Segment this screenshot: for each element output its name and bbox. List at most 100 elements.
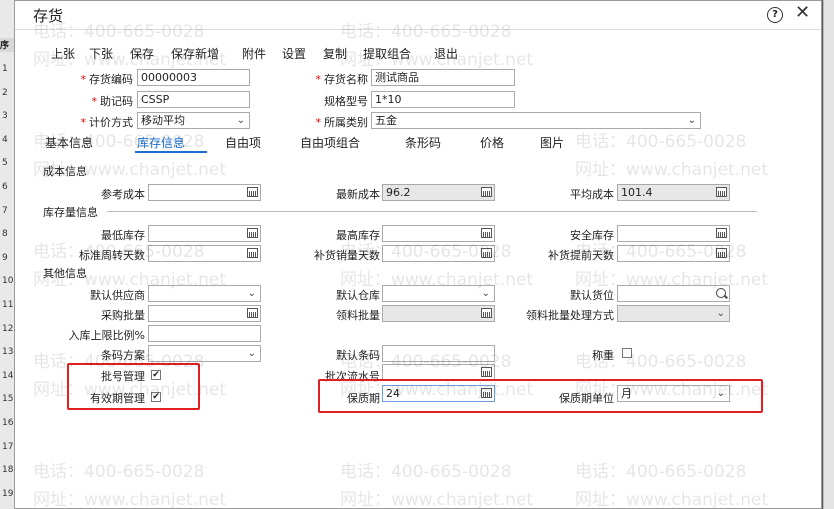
category-value: 五金	[375, 114, 397, 127]
latest-cost-value: 96.2	[386, 186, 411, 199]
ref-cost-input[interactable]	[148, 184, 261, 201]
background-row-numbers: 序号 12345678910111213141516171819	[0, 0, 15, 509]
shelf-life-unit-value: 月	[621, 387, 632, 400]
barcode-scheme-select[interactable]: ⌄	[148, 345, 261, 362]
tab-stock-info[interactable]: 库存信息	[137, 134, 185, 151]
calculator-icon[interactable]	[481, 388, 492, 398]
dialog-title: 存货	[33, 7, 64, 25]
turnover-days-input[interactable]	[148, 245, 261, 262]
tab-images[interactable]: 图片	[540, 134, 564, 151]
calculator-icon[interactable]	[481, 228, 492, 238]
min-stock-input[interactable]	[148, 225, 261, 242]
close-icon[interactable]: ✕	[795, 3, 810, 23]
chevron-down-icon: ⌄	[247, 348, 256, 359]
background-row-number: 1	[2, 64, 8, 74]
name-input[interactable]: 测试商品	[371, 69, 515, 86]
picking-batch-label: 领料批量	[336, 309, 380, 322]
ref-cost-label: 参考成本	[101, 188, 145, 201]
name-label: * 存货名称	[315, 73, 369, 86]
background-row-number: 9	[2, 252, 8, 263]
watermark-site: 网址：www.chanjet.net	[33, 490, 226, 509]
inbound-ratio-input[interactable]	[148, 325, 261, 342]
attachment-button[interactable]: 附件	[242, 45, 266, 62]
background-row-number: 19	[2, 488, 14, 499]
tab-free-item-combo[interactable]: 自由项组合	[300, 134, 360, 151]
shelf-life-label: 保质期	[347, 392, 380, 405]
weigh-checkbox[interactable]	[622, 348, 632, 358]
exit-button[interactable]: 退出	[434, 45, 458, 62]
background-row-number: 14	[2, 370, 14, 381]
latest-cost-input: 96.2	[382, 184, 495, 201]
chevron-down-icon: ⌄	[247, 288, 256, 299]
background-row-number: 16	[2, 418, 14, 428]
tab-price[interactable]: 价格	[480, 134, 504, 151]
mnemonic-input[interactable]: CSSP	[137, 91, 250, 108]
batch-serial-input[interactable]	[382, 364, 495, 381]
search-icon[interactable]	[716, 288, 726, 298]
min-stock-label: 最低库存	[101, 229, 145, 242]
watermark-phone: 电话：400-665-0028	[575, 132, 746, 152]
default-location-input[interactable]	[617, 285, 730, 302]
max-stock-label: 最高库存	[336, 229, 380, 242]
expiry-mgmt-checkbox[interactable]: ✔	[151, 392, 161, 402]
calculator-icon[interactable]	[481, 367, 492, 377]
calculator-icon[interactable]	[247, 187, 258, 197]
tab-free-items[interactable]: 自由项	[225, 134, 261, 151]
calculator-icon[interactable]	[247, 248, 258, 258]
calculator-icon	[481, 187, 492, 197]
replenish-lead-days-input[interactable]	[617, 245, 730, 262]
latest-cost-label: 最新成本	[336, 188, 380, 201]
inventory-dialog: 存货 ? ✕ 上张 下张 保存 保存新增 附件 设置 复制 提取组合 退出 * 存…	[14, 0, 822, 509]
shelf-life-unit-label: 保质期单位	[559, 392, 614, 405]
replenish-lead-days-label: 补货提前天数	[548, 249, 614, 262]
prev-button[interactable]: 上张	[51, 45, 75, 62]
background-row-number: 5	[2, 158, 8, 169]
mnemonic-label: * 助记码	[91, 95, 134, 108]
calculator-icon[interactable]	[247, 228, 258, 238]
background-row-number: 10	[2, 276, 14, 287]
calculator-icon[interactable]	[481, 248, 492, 258]
spec-input[interactable]: 1*10	[371, 91, 515, 108]
chevron-down-icon: ⌄	[481, 288, 490, 299]
purchase-batch-input[interactable]	[148, 305, 261, 322]
default-location-label: 默认货位	[570, 289, 614, 302]
category-label: * 所属类别	[315, 116, 369, 129]
save-button[interactable]: 保存	[130, 45, 154, 62]
shelf-life-input[interactable]: 24	[382, 385, 495, 402]
save-new-button[interactable]: 保存新增	[171, 45, 219, 62]
costing-select[interactable]: 移动平均 ⌄	[137, 112, 250, 129]
picking-batch-method-select: ⌄	[617, 305, 730, 322]
tab-basic-info[interactable]: 基本信息	[45, 134, 93, 151]
section-divider	[107, 211, 757, 212]
barcode-scheme-label: 条码方案	[101, 349, 145, 362]
replenish-sales-days-input[interactable]	[382, 245, 495, 262]
category-select[interactable]: 五金 ⌄	[371, 112, 701, 129]
costing-label: * 计价方式	[80, 116, 134, 129]
default-barcode-input[interactable]	[382, 345, 495, 362]
calculator-icon[interactable]	[716, 228, 727, 238]
next-button[interactable]: 下张	[89, 45, 113, 62]
background-row-number: 11	[2, 300, 14, 310]
shelf-life-unit-select[interactable]: 月 ⌄	[617, 385, 730, 402]
purchase-batch-label: 采购批量	[101, 309, 145, 322]
batch-serial-label: 批次流水号	[325, 370, 380, 383]
code-input[interactable]: 00000003	[137, 69, 250, 86]
replenish-sales-days-label: 补货销量天数	[314, 249, 380, 262]
tab-barcode[interactable]: 条形码	[405, 134, 441, 151]
calculator-icon[interactable]	[716, 248, 727, 258]
help-icon[interactable]: ?	[767, 7, 783, 23]
watermark-site: 网址：www.chanjet.net	[575, 160, 768, 180]
settings-button[interactable]: 设置	[282, 45, 306, 62]
default-supplier-select[interactable]: ⌄	[148, 285, 261, 302]
background-scrollbar	[823, 0, 834, 509]
copy-button[interactable]: 复制	[323, 45, 347, 62]
chevron-down-icon: ⌄	[687, 115, 696, 126]
max-stock-input[interactable]	[382, 225, 495, 242]
extract-combo-button[interactable]: 提取组合	[363, 45, 411, 62]
safe-stock-input[interactable]	[617, 225, 730, 242]
batch-mgmt-checkbox[interactable]: ✔	[151, 370, 161, 380]
default-warehouse-select[interactable]: ⌄	[382, 285, 495, 302]
background-row-number: 13	[2, 347, 14, 358]
calculator-icon[interactable]	[247, 308, 258, 318]
default-supplier-label: 默认供应商	[90, 289, 145, 302]
